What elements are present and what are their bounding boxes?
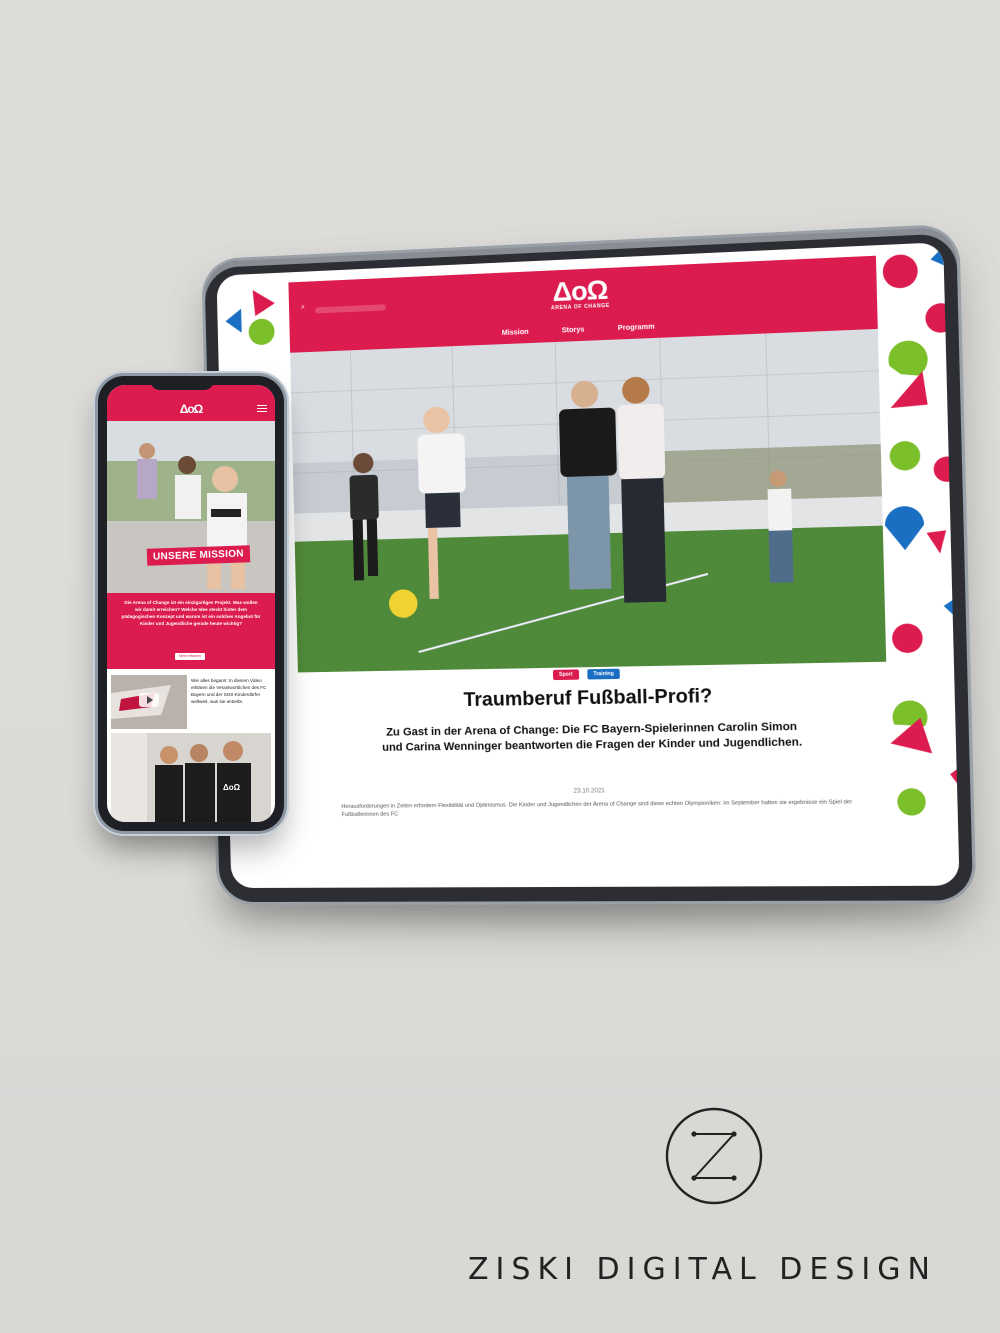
hero-image: [290, 328, 887, 673]
nav-storys[interactable]: Storys: [562, 320, 585, 341]
tablet-screen: ⌕ ΔoΩ ARENA OF CHANGE Mission Storys Pro…: [216, 242, 960, 889]
phone-notch: [150, 376, 214, 390]
video-description: Wie alles begann: In diesem Video erklär…: [191, 678, 267, 704]
phone-device: ΔoΩ UNSERE MISSION Die Arena of Change i…: [98, 376, 284, 831]
mission-label[interactable]: UNSERE MISSION: [146, 545, 251, 566]
play-icon[interactable]: [139, 693, 159, 707]
site-logo[interactable]: ΔoΩ ARENA OF CHANGE: [523, 274, 638, 313]
tag-training[interactable]: Training: [587, 668, 621, 680]
mission-intro: Die Arena of Change ist ein einzigartige…: [107, 593, 275, 669]
search-bar[interactable]: ⌕: [300, 300, 386, 318]
brand-name: ZISKI DIGITAL DESIGN: [468, 1252, 937, 1287]
mobile-logo[interactable]: ΔoΩ: [169, 402, 213, 416]
phone-screen: ΔoΩ UNSERE MISSION Die Arena of Change i…: [107, 385, 275, 822]
tablet-device: ⌕ ΔoΩ ARENA OF CHANGE Mission Storys Pro…: [204, 226, 974, 903]
mobile-hero-image: UNSERE MISSION: [107, 421, 275, 593]
read-more-button[interactable]: Mehr erfahren: [175, 653, 205, 660]
team-photo: ΔoΩ: [111, 733, 271, 822]
article-subtitle: Zu Gast in der Arena of Change: Die FC B…: [381, 720, 803, 754]
tag-sport[interactable]: Sport: [552, 669, 579, 681]
article-title: Traumberuf Fußball-Profi?: [463, 685, 713, 712]
search-icon: ⌕: [300, 303, 306, 312]
shirt-logo: ΔoΩ: [223, 783, 241, 792]
article-body: Herausforderungen in Zeiten erfordern Fl…: [341, 799, 853, 819]
nav-programm[interactable]: Programm: [618, 317, 655, 339]
hamburger-menu-icon[interactable]: [257, 405, 267, 413]
ziski-logo-icon: [665, 1107, 763, 1205]
mobile-header: ΔoΩ: [107, 385, 275, 421]
search-input[interactable]: [315, 304, 386, 314]
mission-intro-text: Die Arena of Change ist ein einzigartige…: [121, 600, 261, 626]
article-date: 23.10.2021: [573, 788, 605, 795]
video-thumbnail[interactable]: [111, 675, 187, 729]
nav-mission[interactable]: Mission: [501, 323, 529, 345]
